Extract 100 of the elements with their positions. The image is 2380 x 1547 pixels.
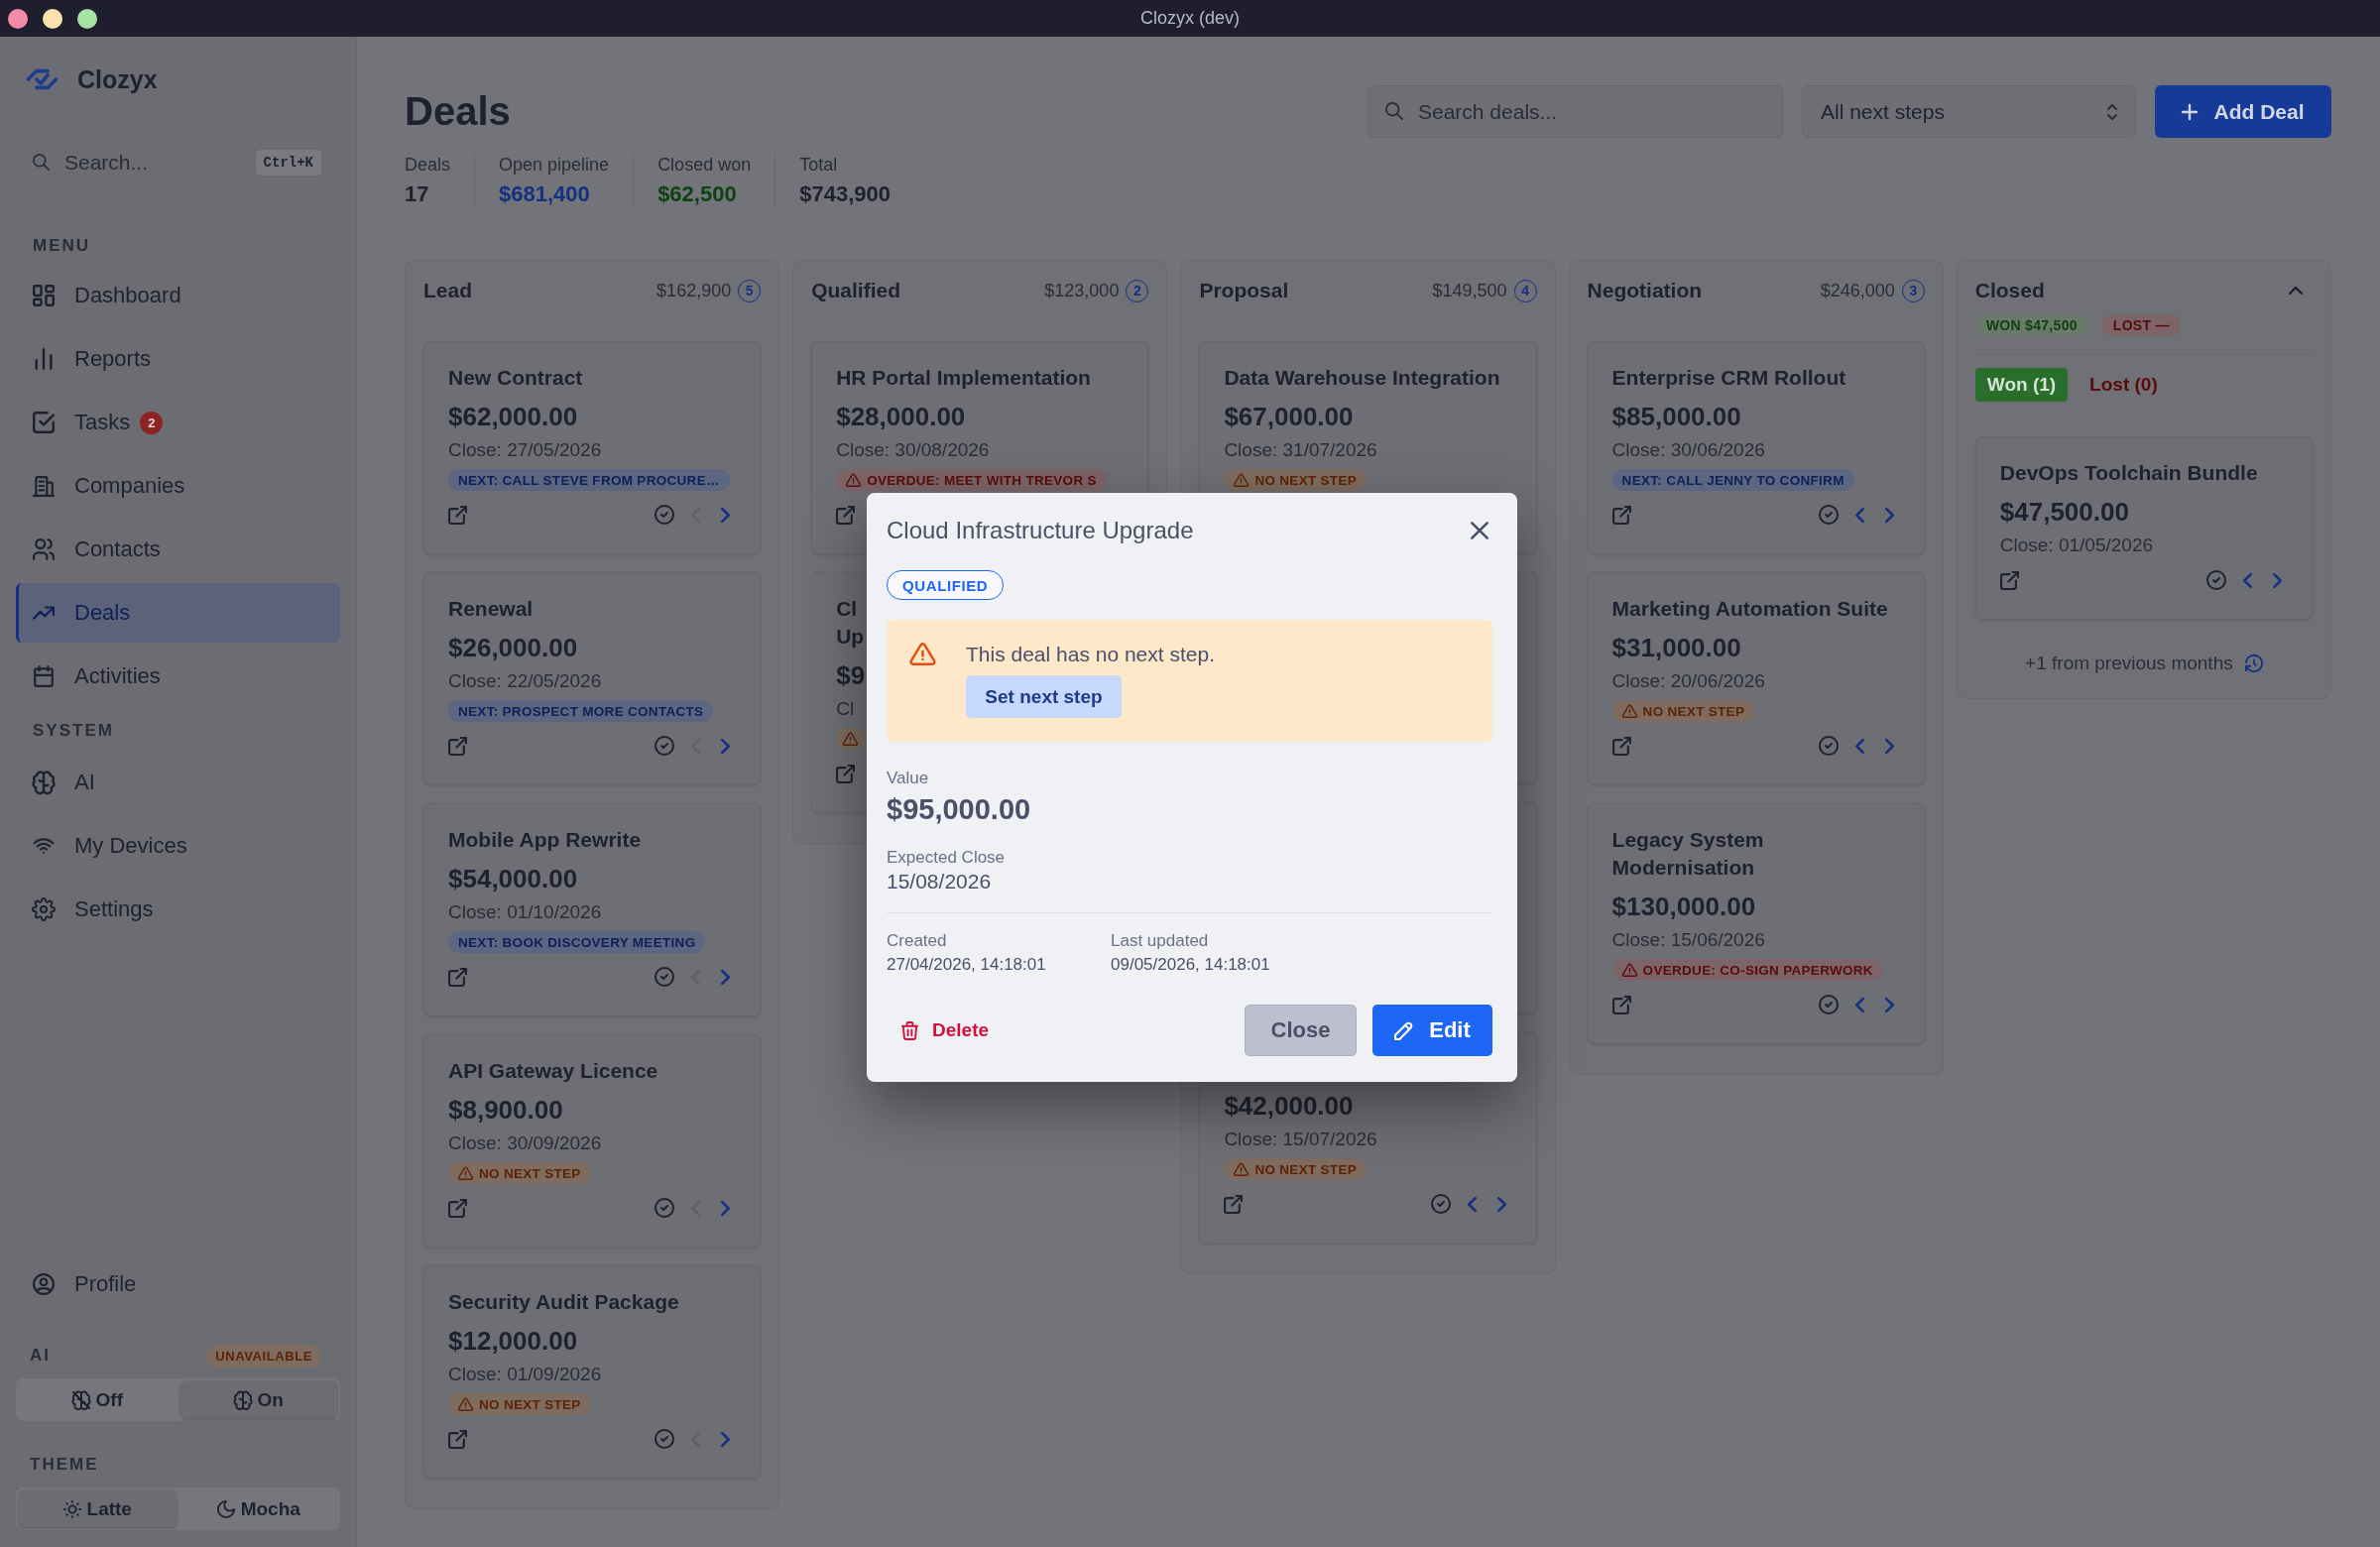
tag-text: OVERDUE: CO-SIGN PAPERWORK <box>1642 962 1873 978</box>
check-circle-icon[interactable] <box>654 505 675 525</box>
set-next-step-button[interactable]: Set next step <box>966 675 1122 718</box>
external-link-icon[interactable] <box>1611 995 1631 1014</box>
external-link-icon[interactable] <box>448 505 467 525</box>
external-link-icon[interactable] <box>836 505 856 525</box>
users-icon <box>33 538 55 560</box>
summary-pill: WON $47,500 <box>1974 314 2088 336</box>
nav-item[interactable]: Dashboard <box>16 266 340 325</box>
nav-item[interactable]: My Devices <box>16 816 340 876</box>
deal-card[interactable]: Renewal $26,000.00 Close: 22/05/2026 NEXT: PROSPECT MORE CONTACTS <box>423 572 762 785</box>
shortcut-hint: Ctrl+K <box>255 150 321 176</box>
check-circle-icon[interactable] <box>654 736 675 756</box>
check-circle-icon[interactable] <box>654 1198 675 1218</box>
close-button[interactable]: Close <box>1245 1005 1357 1056</box>
close-date: Close: 22/05/2026 <box>448 670 602 692</box>
toggle-option[interactable]: On <box>179 1381 337 1418</box>
deal-title: Renewal <box>448 596 534 622</box>
delete-button[interactable]: Delete <box>887 1005 1005 1056</box>
column-total: $246,000 <box>1820 280 1895 301</box>
edit-button[interactable]: Edit <box>1372 1005 1492 1056</box>
sun-icon <box>62 1499 81 1518</box>
warning-icon <box>458 1397 473 1411</box>
deal-card[interactable]: Legacy System Modernisation $130,000.00 Close: 15/06/2026 OVERDUE: CO-SIGN PAPERWORK <box>1587 803 1925 1044</box>
nav-item[interactable]: Settings <box>16 880 340 939</box>
deal-card[interactable]: API Gateway Licence $8,900.00 Close: 30/09/2026 NO NEXT STEP <box>423 1034 762 1248</box>
check-circle-icon[interactable] <box>1818 736 1839 756</box>
chevron-right-icon[interactable] <box>721 507 731 523</box>
external-link-icon[interactable] <box>1611 505 1631 525</box>
deal-card[interactable]: Enterprise CRM Rollout $85,000.00 Close: 30/06/2026 NEXT: CALL JENNY TO CONFIRM <box>1587 341 1925 554</box>
add-deal-button[interactable]: Add Deal <box>2155 85 2331 138</box>
close-date: Close: 30/08/2026 <box>836 439 990 461</box>
toggle-option[interactable]: Mocha <box>179 1490 337 1527</box>
toggle-option[interactable]: Off <box>19 1381 177 1418</box>
chevron-right-icon[interactable] <box>2273 572 2282 588</box>
window-close-button[interactable] <box>8 8 28 29</box>
search-icon <box>33 154 50 171</box>
deal-amount: $47,500.00 <box>1999 497 2129 527</box>
deal-amount: $26,000.00 <box>448 633 578 662</box>
field-label: Value <box>887 768 930 789</box>
deal-card[interactable]: Mobile App Rewrite $54,000.00 Close: 01/10/2026 NEXT: BOOK DISCOVERY MEETING <box>423 803 762 1016</box>
chevron-right-icon[interactable] <box>721 969 731 985</box>
warning-icon <box>458 1166 473 1180</box>
deal-card[interactable]: DevOps Toolchain Bundle $47,500.00 Close: 01/05/2026 <box>1974 436 2313 620</box>
deal-card[interactable]: Marketing Automation Suite $31,000.00 Close: 20/06/2026 NO NEXT STEP <box>1587 572 1925 785</box>
chevron-right-icon[interactable] <box>721 1431 731 1447</box>
check-circle-icon[interactable] <box>2206 570 2226 590</box>
external-link-icon[interactable] <box>448 1429 467 1449</box>
window-minimize-button[interactable] <box>43 8 62 29</box>
filter-tab[interactable]: Won (1) <box>1974 368 2069 402</box>
close-date: Close: 30/06/2026 <box>1611 439 1765 461</box>
previous-months-link[interactable]: +1 from previous months <box>2025 653 2263 674</box>
external-link-icon[interactable] <box>836 764 856 783</box>
external-link-icon[interactable] <box>448 1198 467 1218</box>
section-heading: MENU <box>32 236 92 256</box>
search-field[interactable]: Search deals... <box>1368 85 1783 138</box>
chevron-left-icon[interactable] <box>2243 572 2252 588</box>
close-date: Close: 01/05/2026 <box>1999 535 2154 556</box>
chevron-right-icon[interactable] <box>1884 507 1894 523</box>
deal-card[interactable]: Security Audit Package $12,000.00 Close: 01/09/2026 NO NEXT STEP <box>423 1265 762 1479</box>
chevron-right-icon[interactable] <box>1884 738 1894 754</box>
chevron-left-icon[interactable] <box>1467 1196 1477 1212</box>
external-link-icon[interactable] <box>448 967 467 987</box>
filter-tab[interactable]: Lost (0) <box>2078 368 2170 402</box>
check-circle-icon[interactable] <box>1818 505 1839 525</box>
external-link-icon[interactable] <box>1999 570 2019 590</box>
chevron-up-icon[interactable] <box>2289 287 2303 295</box>
check-circle-icon[interactable] <box>654 967 675 987</box>
summary-pill: LOST — <box>2101 314 2181 336</box>
nav-item[interactable]: Companies <box>16 456 340 516</box>
nav-item[interactable]: Contacts <box>16 520 340 579</box>
close-icon[interactable] <box>1471 522 1488 539</box>
external-link-icon[interactable] <box>1224 1194 1244 1214</box>
tag-text: NEXT: CALL JENNY TO CONFIRM <box>1621 472 1844 488</box>
nav-item[interactable]: Deals <box>16 583 340 643</box>
chevron-right-icon[interactable] <box>721 1200 731 1216</box>
settings-icon <box>33 898 55 920</box>
window-maximize-button[interactable] <box>77 8 97 29</box>
deal-card[interactable]: New Contract $62,000.00 Close: 27/05/2026 NEXT: CALL STEVE FROM PROCURE… <box>423 341 762 554</box>
nav-item[interactable]: Reports <box>16 329 340 389</box>
external-link-icon[interactable] <box>1611 736 1631 756</box>
nav-item[interactable]: Activities <box>16 647 340 706</box>
chevron-right-icon[interactable] <box>1884 997 1894 1012</box>
profile-link[interactable]: Profile <box>16 1254 340 1314</box>
column-total: $123,000 <box>1044 280 1120 301</box>
chevron-left-icon[interactable] <box>1854 997 1864 1012</box>
external-link-icon[interactable] <box>448 736 467 756</box>
check-circle-icon[interactable] <box>1430 1194 1451 1214</box>
chevron-left-icon[interactable] <box>1854 738 1864 754</box>
tag-text: NO NEXT STEP <box>1642 703 1745 719</box>
nav-item[interactable]: AI <box>16 753 340 812</box>
building-icon <box>33 475 55 497</box>
check-circle-icon[interactable] <box>1818 995 1839 1014</box>
check-circle-icon[interactable] <box>654 1429 675 1449</box>
toggle-option[interactable]: Latte <box>19 1490 177 1527</box>
chevron-right-icon[interactable] <box>721 738 731 754</box>
nav-item[interactable]: Tasks 2 <box>16 393 340 452</box>
chevron-left-icon[interactable] <box>1854 507 1864 523</box>
filter-select[interactable]: All next steps <box>1802 85 2136 138</box>
chevron-right-icon[interactable] <box>1496 1196 1506 1212</box>
